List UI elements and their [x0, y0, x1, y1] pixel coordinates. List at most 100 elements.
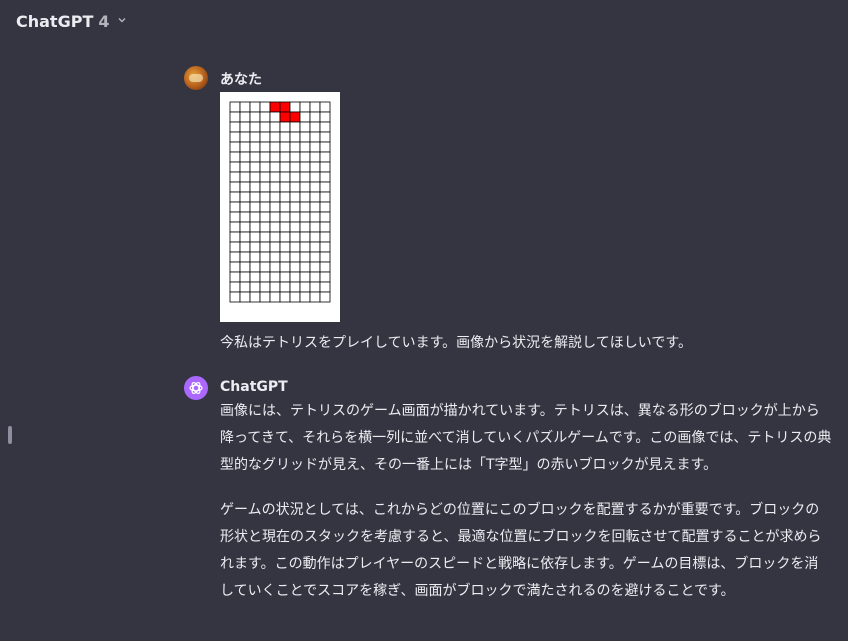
tetris-grid-cell	[259, 181, 271, 193]
tetris-grid-cell	[239, 241, 251, 253]
tetris-grid-cell	[229, 201, 241, 213]
tetris-grid-cell	[309, 191, 321, 203]
sidebar-toggle-handle[interactable]	[8, 426, 12, 444]
tetris-grid-cell	[289, 211, 301, 223]
tetris-grid-cell	[249, 181, 261, 193]
tetris-grid-cell	[309, 151, 321, 163]
tetris-grid-cell	[299, 141, 311, 153]
tetris-grid-cell	[289, 281, 301, 293]
tetris-grid-cell	[239, 291, 251, 303]
tetris-grid-cell	[229, 281, 241, 293]
tetris-grid-cell	[319, 231, 331, 243]
tetris-grid-cell	[299, 131, 311, 143]
tetris-grid-cell	[299, 151, 311, 163]
tetris-grid-cell	[309, 121, 321, 133]
tetris-grid-cell	[249, 111, 261, 123]
tetris-grid-cell	[279, 271, 291, 283]
tetris-grid-cell	[289, 121, 301, 133]
tetris-grid-cell	[319, 261, 331, 273]
tetris-grid-cell	[279, 181, 291, 193]
tetris-grid-cell	[319, 281, 331, 293]
tetris-grid-cell	[239, 141, 251, 153]
tetris-grid-cell	[319, 201, 331, 213]
tetris-grid-cell	[309, 211, 321, 223]
tetris-grid-cell	[289, 241, 301, 253]
tetris-grid-cell	[289, 161, 301, 173]
tetris-grid-cell	[309, 271, 321, 283]
tetris-grid-cell	[239, 251, 251, 263]
tetris-grid-cell	[289, 271, 301, 283]
tetris-grid-cell	[309, 241, 321, 253]
tetris-grid-cell	[319, 181, 331, 193]
user-avatar	[184, 66, 208, 90]
tetris-piece-cell	[279, 111, 291, 123]
tetris-grid-cell	[259, 241, 271, 253]
tetris-grid-cell	[249, 121, 261, 133]
tetris-grid-cell	[309, 181, 321, 193]
tetris-grid-cell	[239, 101, 251, 113]
tetris-grid-cell	[259, 131, 271, 143]
tetris-grid-cell	[259, 171, 271, 183]
tetris-grid-cell	[249, 171, 261, 183]
tetris-grid-cell	[269, 221, 281, 233]
tetris-grid-cell	[319, 251, 331, 263]
tetris-grid-cell	[259, 151, 271, 163]
tetris-grid-cell	[269, 201, 281, 213]
tetris-grid-cell	[319, 171, 331, 183]
tetris-screenshot-image[interactable]	[220, 92, 340, 322]
tetris-grid-cell	[319, 101, 331, 113]
tetris-grid-cell	[289, 131, 301, 143]
tetris-piece-cell	[279, 101, 291, 113]
assistant-paragraph: 画像には、テトリスのゲーム画面が描かれています。テトリスは、異なる形のブロックが…	[220, 403, 832, 473]
tetris-grid-cell	[259, 191, 271, 203]
tetris-grid-cell	[239, 131, 251, 143]
tetris-grid-cell	[229, 251, 241, 263]
tetris-grid-cell	[279, 121, 291, 133]
tetris-grid-cell	[269, 171, 281, 183]
tetris-grid-cell	[279, 211, 291, 223]
tetris-grid-cell	[319, 241, 331, 253]
tetris-grid-cell	[249, 201, 261, 213]
tetris-grid-cell	[309, 161, 321, 173]
tetris-grid-cell	[249, 191, 261, 203]
tetris-grid-cell	[289, 141, 301, 153]
tetris-grid-cell	[299, 101, 311, 113]
tetris-grid-cell	[249, 131, 261, 143]
tetris-grid-cell	[319, 211, 331, 223]
tetris-grid	[229, 101, 331, 303]
tetris-grid-cell	[259, 291, 271, 303]
tetris-grid-cell	[269, 291, 281, 303]
tetris-grid-cell	[249, 211, 261, 223]
tetris-grid-cell	[279, 241, 291, 253]
tetris-grid-cell	[299, 221, 311, 233]
tetris-grid-cell	[319, 271, 331, 283]
tetris-grid-cell	[229, 151, 241, 163]
tetris-grid-cell	[299, 291, 311, 303]
tetris-grid-cell	[289, 251, 301, 263]
tetris-grid-cell	[319, 121, 331, 133]
tetris-grid-cell	[319, 191, 331, 203]
tetris-grid-cell	[259, 211, 271, 223]
tetris-grid-cell	[279, 221, 291, 233]
tetris-grid-cell	[269, 111, 281, 123]
tetris-grid-cell	[229, 121, 241, 133]
tetris-grid-cell	[299, 201, 311, 213]
tetris-grid-cell	[229, 181, 241, 193]
tetris-grid-cell	[279, 231, 291, 243]
tetris-grid-cell	[239, 171, 251, 183]
tetris-grid-cell	[259, 161, 271, 173]
tetris-grid-cell	[259, 141, 271, 153]
tetris-grid-cell	[289, 231, 301, 243]
tetris-grid-cell	[289, 221, 301, 233]
tetris-grid-cell	[279, 171, 291, 183]
model-selector[interactable]: ChatGPT 4	[16, 12, 127, 31]
tetris-grid-cell	[239, 121, 251, 133]
tetris-grid-cell	[269, 241, 281, 253]
tetris-grid-cell	[259, 221, 271, 233]
tetris-grid-cell	[269, 151, 281, 163]
tetris-grid-cell	[289, 191, 301, 203]
tetris-grid-cell	[299, 211, 311, 223]
tetris-grid-cell	[229, 221, 241, 233]
tetris-grid-cell	[299, 271, 311, 283]
tetris-grid-cell	[259, 121, 271, 133]
